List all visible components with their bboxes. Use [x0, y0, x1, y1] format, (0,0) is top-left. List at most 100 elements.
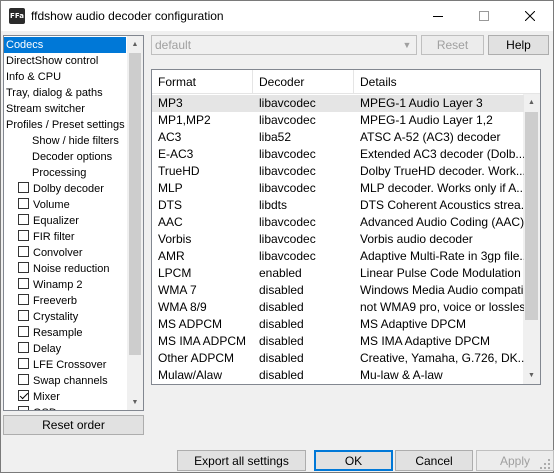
tree-item[interactable]: Profiles / Preset settings [4, 117, 128, 133]
column-header-details[interactable]: Details [354, 70, 524, 94]
codec-details: MS IMA Adaptive DPCM [360, 334, 491, 348]
codec-row[interactable]: Vorbis libavcodec Vorbis audio decoder [152, 231, 524, 248]
tree-item-checkbox[interactable] [18, 310, 29, 321]
codec-row[interactable]: AMR libavcodec Adaptive Multi-Rate in 3gp … [152, 248, 524, 265]
tree-item[interactable]: Info & CPU [4, 69, 128, 85]
codec-row[interactable]: MS IMA ADPCM disabled MS IMA Adaptive DPCM [152, 333, 524, 350]
codecs-list-scrollbar[interactable]: ▲ ▼ [523, 94, 540, 384]
cancel-button[interactable]: Cancel [395, 450, 473, 471]
scroll-down-arrow-icon[interactable]: ▼ [523, 367, 540, 384]
codec-row[interactable]: AC3 liba52 ATSC A-52 (AC3) decoder [152, 129, 524, 146]
codecs-scroll-thumb[interactable] [525, 112, 538, 320]
codec-row[interactable]: MS ADPCM disabled MS Adaptive DPCM [152, 316, 524, 333]
minimize-button[interactable] [415, 1, 461, 31]
tree-item-checkbox[interactable] [18, 278, 29, 289]
tree-item[interactable]: Codecs [4, 37, 126, 53]
codec-row[interactable]: E-AC3 libavcodec Extended AC3 decoder (Dol… [152, 146, 524, 163]
tree-item[interactable]: Convolver [4, 245, 128, 261]
tree-item[interactable]: Stream switcher [4, 101, 128, 117]
tree-item[interactable]: Equalizer [4, 213, 128, 229]
codec-row[interactable]: WMA 8/9 disabled not WMA9 pro, voice or lo… [152, 299, 524, 316]
tree-item[interactable]: FIR filter [4, 229, 128, 245]
tree-item[interactable]: Winamp 2 [4, 277, 128, 293]
tree-item[interactable]: DirectShow control [4, 53, 128, 69]
codec-decoder[interactable]: libavcodec [253, 163, 354, 180]
codec-format: LPCM [158, 266, 192, 280]
tree-item-checkbox[interactable] [18, 214, 29, 225]
codec-decoder[interactable]: enabled [253, 265, 354, 282]
tree-item-checkbox[interactable] [18, 342, 29, 353]
codec-decoder[interactable]: libavcodec [253, 95, 354, 112]
tree-item-checkbox[interactable] [18, 406, 29, 410]
tree-item[interactable]: Resample [4, 325, 128, 341]
codec-decoder[interactable]: disabled [253, 333, 354, 350]
tree-item-checkbox[interactable] [18, 326, 29, 337]
tree-item[interactable]: Dolby decoder [4, 181, 128, 197]
tree-item[interactable]: Mixer [4, 389, 128, 405]
codecs-list[interactable]: Format Decoder Details ▲ ▼ MP3 libavcodec… [151, 69, 541, 385]
codec-row[interactable]: Mulaw/Alaw disabled Mu-law & A-law [152, 367, 524, 384]
tree-item-checkbox[interactable] [18, 374, 29, 385]
tree-item[interactable]: Volume [4, 197, 128, 213]
ok-button[interactable]: OK [314, 450, 393, 471]
column-header-format[interactable]: Format [152, 70, 253, 94]
reset-order-button[interactable]: Reset order [3, 415, 144, 435]
scroll-up-arrow-icon[interactable]: ▲ [523, 94, 540, 111]
tree-item[interactable]: Tray, dialog & paths [4, 85, 128, 101]
settings-tree[interactable]: ▲ ▼ Codecs DirectShow control Info & CPU Tr… [3, 35, 144, 411]
codec-details: MPEG-1 Audio Layer 3 [360, 96, 483, 110]
tree-item-checkbox[interactable] [18, 230, 29, 241]
tree-item[interactable]: Swap channels [4, 373, 128, 389]
tree-item[interactable]: Crystality [4, 309, 128, 325]
title-bar[interactable]: FFa ffdshow audio decoder configuration [1, 1, 553, 31]
scroll-up-arrow-icon[interactable]: ▲ [127, 36, 143, 52]
tree-scrollbar[interactable]: ▲ ▼ [127, 36, 143, 410]
tree-item[interactable]: Processing [4, 165, 128, 181]
tree-item-checkbox[interactable] [18, 294, 29, 305]
codec-decoder[interactable]: disabled [253, 316, 354, 333]
tree-scroll-thumb[interactable] [129, 53, 141, 355]
tree-item-checkbox[interactable] [18, 390, 29, 401]
codec-decoder[interactable]: libavcodec [253, 231, 354, 248]
tree-item[interactable]: Freeverb [4, 293, 128, 309]
tree-item[interactable]: Delay [4, 341, 128, 357]
codec-row[interactable]: WMA 7 disabled Windows Media Audio compati… [152, 282, 524, 299]
codec-decoder[interactable]: disabled [253, 367, 354, 384]
codec-decoder[interactable]: disabled [253, 282, 354, 299]
codec-row[interactable]: Other ADPCM disabled Creative, Yamaha, G.7… [152, 350, 524, 367]
codec-decoder[interactable]: libavcodec [253, 180, 354, 197]
tree-item-checkbox[interactable] [18, 182, 29, 193]
export-all-settings-button[interactable]: Export all settings [177, 450, 306, 471]
tree-item[interactable]: Noise reduction [4, 261, 128, 277]
tree-item[interactable]: OSD [4, 405, 128, 410]
tree-item[interactable]: Decoder options [4, 149, 128, 165]
tree-item-checkbox[interactable] [18, 198, 29, 209]
tree-item[interactable]: Show / hide filters [4, 133, 128, 149]
codec-decoder[interactable]: libavcodec [253, 112, 354, 129]
codec-row[interactable]: TrueHD libavcodec Dolby TrueHD decoder. Wo… [152, 163, 524, 180]
codec-row[interactable]: MLP libavcodec MLP decoder. Works only if … [152, 180, 524, 197]
codec-decoder[interactable]: libavcodec [253, 146, 354, 163]
codec-row[interactable]: DTS libdts DTS Coherent Acoustics strea... [152, 197, 524, 214]
scroll-down-arrow-icon[interactable]: ▼ [127, 394, 143, 410]
tree-item-checkbox[interactable] [18, 246, 29, 257]
codec-row[interactable]: MP1,MP2 libavcodec MPEG-1 Audio Layer 1,2 [152, 112, 524, 129]
codec-row[interactable]: AAC libavcodec Advanced Audio Coding (AAC) [152, 214, 524, 231]
codec-decoder[interactable]: libavcodec [253, 248, 354, 265]
close-button[interactable] [507, 1, 553, 31]
codec-row[interactable]: LPCM enabled Linear Pulse Code Modulation [152, 265, 524, 282]
codec-decoder[interactable]: libavcodec [253, 214, 354, 231]
codec-decoder[interactable]: liba52 [253, 129, 354, 146]
tree-item-checkbox[interactable] [18, 358, 29, 369]
codec-decoder[interactable]: disabled [253, 299, 354, 316]
tree-item-label: Show / hide filters [32, 135, 119, 147]
codec-decoder[interactable]: libdts [253, 197, 354, 214]
codec-decoder[interactable]: disabled [253, 350, 354, 367]
tree-item[interactable]: LFE Crossover [4, 357, 128, 373]
tree-item-checkbox[interactable] [18, 262, 29, 273]
help-button[interactable]: Help [488, 35, 549, 55]
resize-grip-icon[interactable] [539, 458, 551, 470]
column-header-decoder[interactable]: Decoder [253, 70, 354, 94]
tree-item-label: Dolby decoder [33, 183, 104, 195]
codec-row[interactable]: MP3 libavcodec MPEG-1 Audio Layer 3 [152, 95, 524, 112]
